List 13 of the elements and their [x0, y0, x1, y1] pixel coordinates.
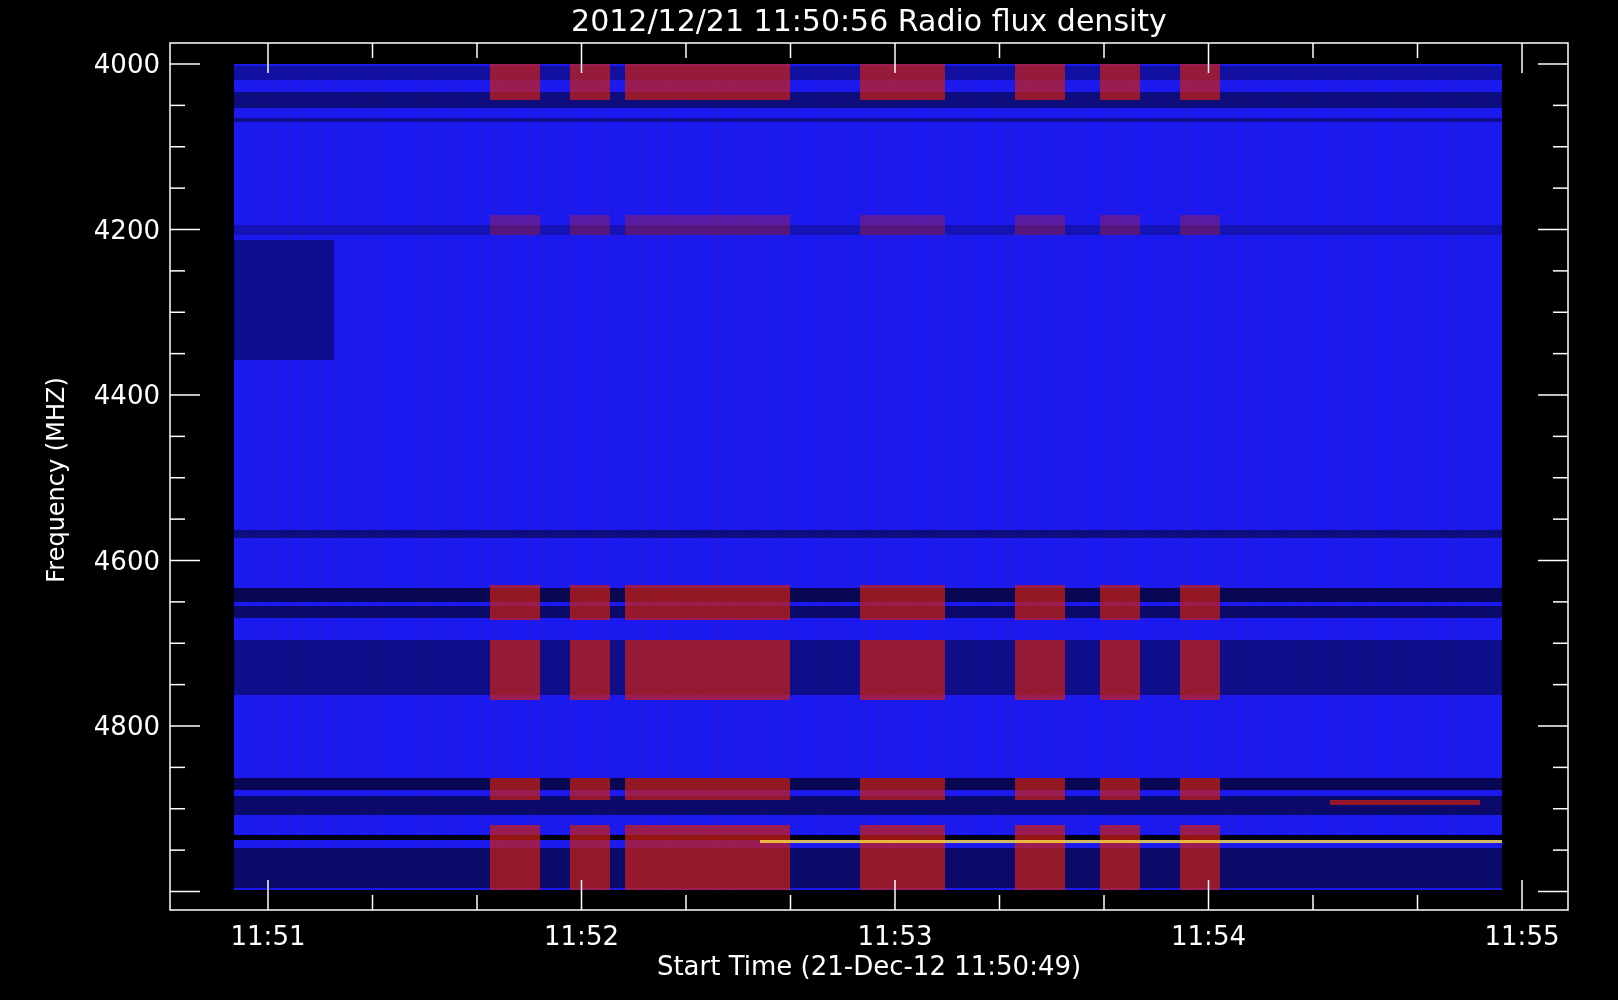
plot-title: 2012/12/21 11:50:56 Radio flux density — [571, 3, 1167, 38]
tick-label: 11:51 — [230, 921, 306, 951]
tick-label: 4400 — [93, 380, 160, 410]
tick-label: 4200 — [93, 214, 160, 245]
tick-label: 4800 — [93, 711, 160, 741]
tick-label: 4000 — [93, 49, 160, 79]
tick-label: 11:53 — [857, 921, 933, 951]
y-axis-label: Frequency (MHZ) — [42, 377, 70, 583]
tick-label: 4600 — [93, 545, 160, 576]
tick-label: 11:55 — [1484, 921, 1560, 951]
tick-label: 11:54 — [1171, 921, 1246, 951]
tick-label: 11:52 — [544, 921, 619, 951]
x-axis-label: Start Time (21-Dec-12 11:50:49) — [656, 951, 1082, 981]
